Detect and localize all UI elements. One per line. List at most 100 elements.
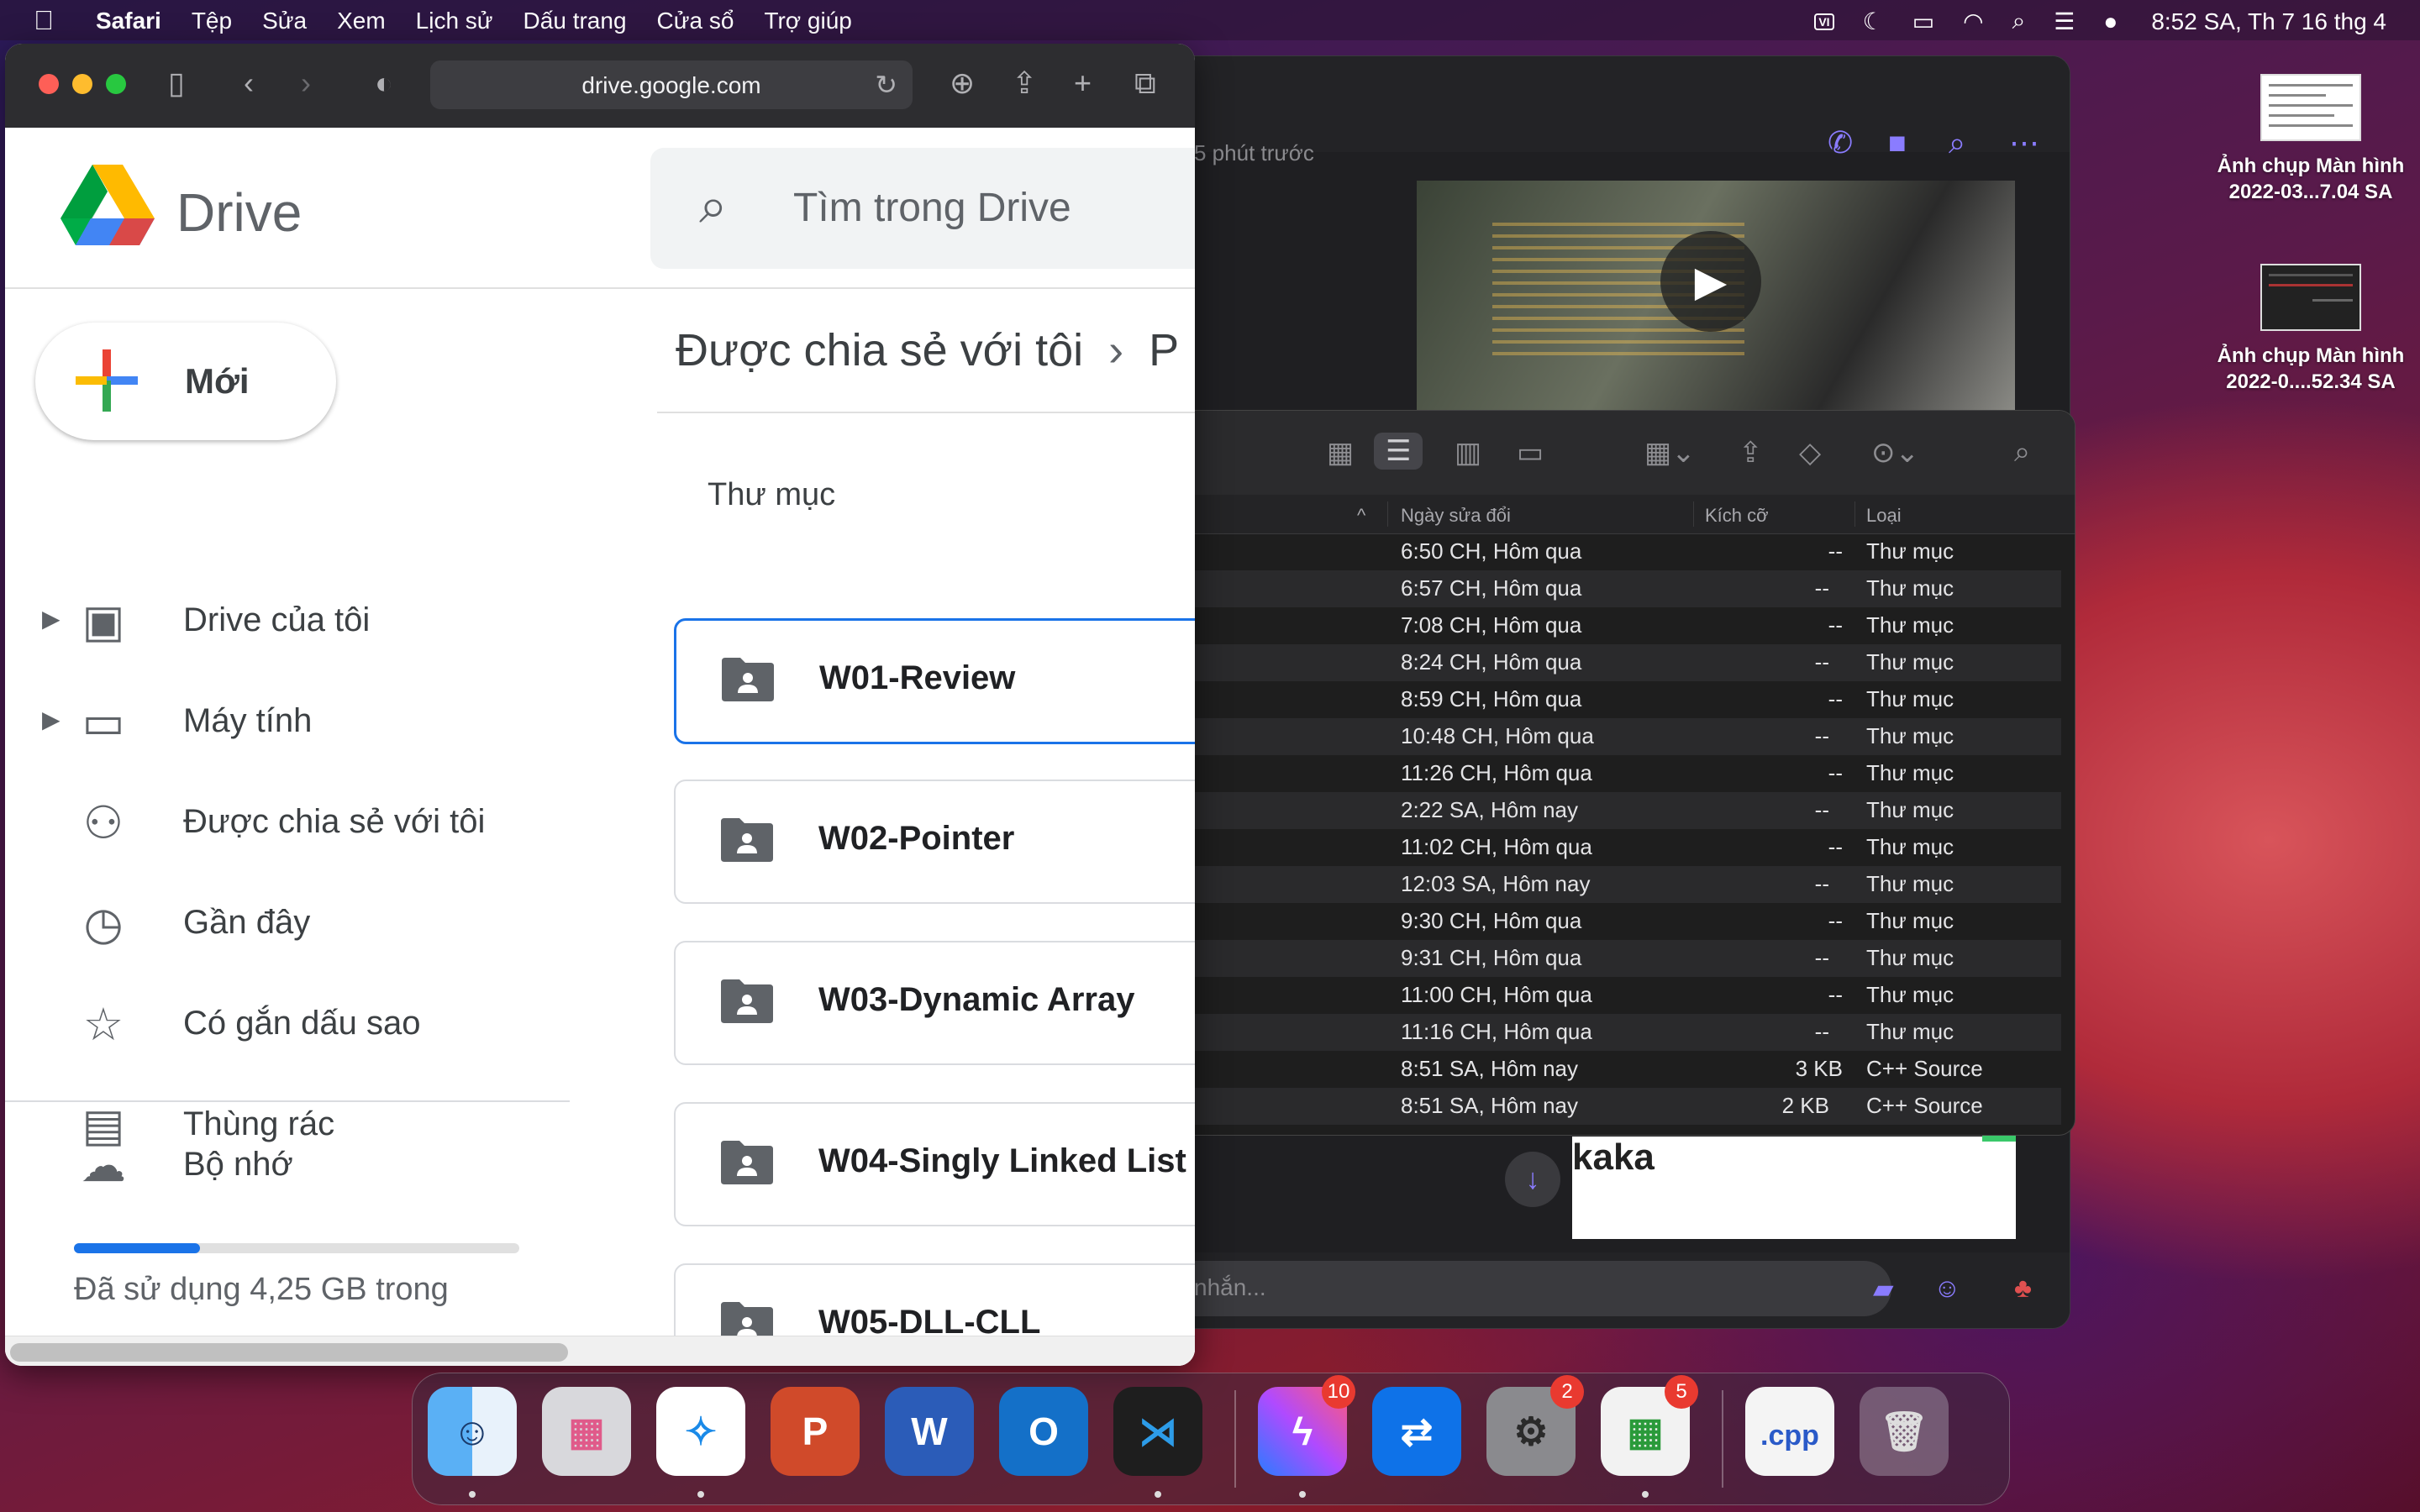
google-drive-logo-icon[interactable] xyxy=(60,165,155,249)
search-icon[interactable]: ⌕ xyxy=(2014,436,2030,469)
scrollbar-thumb[interactable] xyxy=(10,1343,568,1362)
desktop-screenshot-file[interactable]: Ảnh chụp Màn hình 2022-03...7.04 SA xyxy=(2202,74,2420,205)
list-item[interactable]: 8:51 SA, Hôm nay 2 KB C++ Source xyxy=(1160,1088,2061,1125)
dock-app-microsoft-store-icon[interactable]: ▦ 5 xyxy=(1601,1375,1698,1476)
address-bar[interactable]: drive.google.com ↻ xyxy=(430,60,913,109)
list-item[interactable]: 11:16 CH, Hôm qua -- Thư mục xyxy=(1160,1014,2061,1051)
menu-app-name[interactable]: Safari xyxy=(96,8,161,34)
reload-icon[interactable]: ↻ xyxy=(875,69,897,101)
tab-overview-icon[interactable]: ⧉ xyxy=(1134,66,1156,102)
scroll-down-arrow-icon[interactable]: ↓ xyxy=(1505,1152,1560,1207)
list-item[interactable]: 8:24 CH, Hôm qua -- Thư mục xyxy=(1160,644,2061,681)
expand-triangle-icon[interactable]: ▶ xyxy=(42,706,60,733)
list-item[interactable]: 11:00 CH, Hôm qua -- Thư mục xyxy=(1160,977,2075,1014)
sidebar-item-shared-with-me[interactable]: ⚇ Được chia sẻ với tôi xyxy=(5,780,576,864)
menu-help[interactable]: Trợ giúp xyxy=(764,8,851,34)
phone-call-icon[interactable]: ✆ xyxy=(1828,125,1853,160)
zoom-window-button[interactable] xyxy=(106,74,126,94)
sticker-icon[interactable]: ▰ xyxy=(1873,1273,1894,1305)
list-item[interactable]: 8:51 SA, Hôm nay 3 KB C++ Source xyxy=(1160,1051,2075,1088)
list-item[interactable]: 12:03 SA, Hôm nay -- Thư mục xyxy=(1160,866,2061,903)
list-item[interactable]: 2:22 SA, Hôm nay -- Thư mục xyxy=(1160,792,2061,829)
list-item[interactable]: 11:26 CH, Hôm qua -- Thư mục xyxy=(1160,755,2075,792)
dock-app-system-preferences-icon[interactable]: ⚙ 2 xyxy=(1486,1375,1584,1476)
dock-app-outlook-icon[interactable]: O xyxy=(999,1387,1088,1476)
desktop-screenshot-file[interactable]: Ảnh chụp Màn hình 2022-0....52.34 SA xyxy=(2202,264,2420,395)
menu-edit[interactable]: Sửa xyxy=(262,8,307,34)
column-kind[interactable]: Loại xyxy=(1866,505,1902,527)
share-icon[interactable]: ⇪ xyxy=(1012,66,1037,101)
list-item[interactable]: 6:57 CH, Hôm qua -- Thư mục xyxy=(1160,570,2061,607)
spotlight-search-icon[interactable]: ⌕ xyxy=(2012,8,2026,35)
menu-view[interactable]: Xem xyxy=(337,8,386,34)
minimize-window-button[interactable] xyxy=(72,74,92,94)
folder-card[interactable]: W01-Review xyxy=(674,618,1195,744)
new-button[interactable]: Mới xyxy=(35,323,336,440)
breadcrumb-current[interactable]: P xyxy=(1149,325,1179,375)
list-item[interactable]: 10:48 CH, Hôm qua -- Thư mục xyxy=(1160,718,2061,755)
dock-app-powerpoint-icon[interactable]: P xyxy=(771,1387,860,1476)
action-menu-icon[interactable]: ⊙⌄ xyxy=(1871,436,1919,470)
folder-card[interactable]: W02-Pointer xyxy=(674,780,1195,904)
list-item[interactable]: 9:31 CH, Hôm qua -- Thư mục xyxy=(1160,940,2061,977)
dock-app-cpp-file-icon[interactable]: .cpp xyxy=(1745,1387,1834,1476)
gallery-view-icon[interactable]: ▭ xyxy=(1517,436,1544,470)
menu-file[interactable]: Tệp xyxy=(192,8,232,34)
sidebar-item-recent[interactable]: ◷ Gần đây xyxy=(5,880,576,964)
image-message[interactable]: kaka xyxy=(1572,1137,2016,1239)
forward-arrow-icon[interactable]: › xyxy=(301,66,311,101)
folder-card[interactable]: W03-Dynamic Array xyxy=(674,941,1195,1065)
drive-brand-text[interactable]: Drive xyxy=(176,181,302,244)
dock-app-word-icon[interactable]: W xyxy=(885,1387,974,1476)
breadcrumb-parent[interactable]: Được chia sẻ với tôi xyxy=(676,325,1083,375)
dock-app-visual-studio-code-icon[interactable]: ⋊ xyxy=(1113,1387,1202,1476)
column-date-modified[interactable]: Ngày sửa đổi xyxy=(1401,505,1511,527)
dock-app-safari-icon[interactable]: ✧ xyxy=(656,1387,745,1476)
dock-app-messenger-icon[interactable]: ϟ 10 xyxy=(1258,1375,1355,1476)
search-icon[interactable]: ⌕ xyxy=(1949,125,1965,161)
column-view-icon[interactable]: ▥ xyxy=(1455,436,1481,470)
list-item[interactable]: 7:08 CH, Hôm qua -- Thư mục xyxy=(1160,607,2075,644)
expand-triangle-icon[interactable]: ▶ xyxy=(42,605,60,633)
list-item[interactable]: 11:02 CH, Hôm qua -- Thư mục xyxy=(1160,829,2075,866)
downloads-icon[interactable]: ⊕ xyxy=(950,66,975,101)
tag-icon[interactable]: ◇ xyxy=(1799,436,1821,470)
dock-app-finder-icon[interactable]: ☺ xyxy=(428,1387,517,1476)
search-icon[interactable]: ⌕ xyxy=(699,176,728,235)
drive-search-bar[interactable]: ⌕ Tìm trong Drive xyxy=(650,148,1195,269)
column-size[interactable]: Kích cỡ xyxy=(1705,505,1769,527)
emoji-icon[interactable]: ☺ xyxy=(1933,1273,1961,1304)
list-item[interactable]: 6:50 CH, Hôm qua -- Thư mục xyxy=(1160,533,2075,570)
siri-icon[interactable]: ● xyxy=(2103,8,2118,35)
menu-window[interactable]: Cửa sổ xyxy=(657,8,734,34)
sidebar-item-computers[interactable]: ▶ ▭ Máy tính xyxy=(5,679,576,763)
menu-clock[interactable]: 8:52 SA, Th 7 16 thg 4 xyxy=(2151,8,2386,35)
message-input[interactable]: nhắn... xyxy=(1160,1261,1891,1316)
menu-bookmarks[interactable]: Dấu trang xyxy=(523,8,627,34)
new-tab-plus-icon[interactable]: + xyxy=(1074,66,1092,101)
dark-mode-moon-icon[interactable]: ☾ xyxy=(1863,8,1884,35)
apple-menu-icon[interactable]:  xyxy=(34,5,54,36)
battery-icon[interactable]: ▭ xyxy=(1912,8,1934,35)
privacy-shield-icon[interactable]: ◐ xyxy=(375,66,393,101)
sidebar-item-my-drive[interactable]: ▶ ▣ Drive của tôi xyxy=(5,578,576,662)
list-view-icon[interactable]: ☰ xyxy=(1374,433,1423,470)
menu-history[interactable]: Lịch sử xyxy=(416,8,493,34)
folder-card[interactable]: W04-Singly Linked List xyxy=(674,1102,1195,1226)
wifi-icon[interactable]: ◠ xyxy=(1963,8,1983,35)
more-options-icon[interactable]: ⋯ xyxy=(2009,125,2039,160)
list-item[interactable]: 8:59 CH, Hôm qua -- Thư mục xyxy=(1160,681,2075,718)
icon-view-icon[interactable]: ▦ xyxy=(1327,436,1354,470)
dock-app-trash-icon[interactable]: 🗑 xyxy=(1860,1387,1949,1476)
share-icon[interactable]: ⇪ xyxy=(1739,436,1763,470)
reaction-icon[interactable]: ♣ xyxy=(2014,1273,2032,1304)
list-item[interactable]: 9:30 CH, Hôm qua -- Thư mục xyxy=(1160,903,2075,940)
close-window-button[interactable] xyxy=(39,74,59,94)
horizontal-scrollbar[interactable] xyxy=(5,1336,1195,1366)
dock-app-launchpad-icon[interactable]: ▦ xyxy=(542,1387,631,1476)
dock-app-teamviewer-icon[interactable]: ⇄ xyxy=(1372,1387,1461,1476)
back-arrow-icon[interactable]: ‹ xyxy=(244,66,254,101)
control-center-icon[interactable]: ☰ xyxy=(2054,8,2075,35)
play-icon[interactable]: ▶ xyxy=(1660,231,1761,332)
sidebar-toggle-icon[interactable]: ▯ xyxy=(168,66,185,101)
